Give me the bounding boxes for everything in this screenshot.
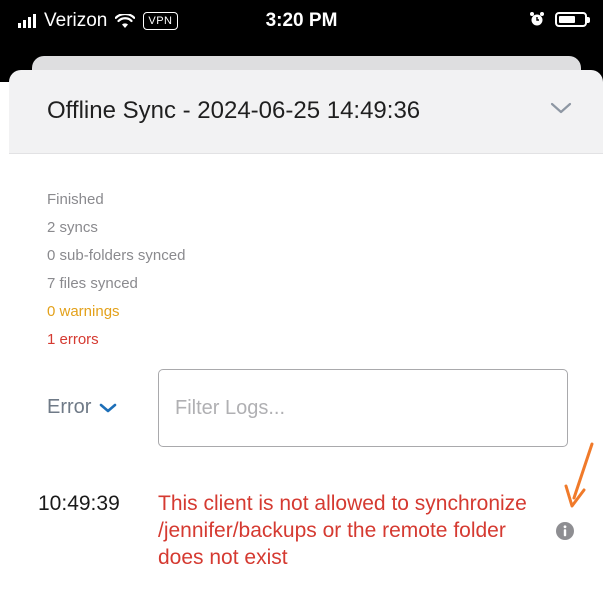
- files-count: 7 files synced: [47, 275, 138, 292]
- log-timestamp: 10:49:39: [38, 492, 120, 515]
- page-title: Offline Sync - 2024-06-25 14:49:36: [47, 97, 421, 124]
- log-level-dropdown[interactable]: Error: [47, 396, 117, 419]
- log-message: This client is not allowed to synchroniz…: [158, 492, 527, 569]
- info-icon[interactable]: [556, 522, 574, 540]
- chevron-down-icon[interactable]: [549, 100, 573, 116]
- annotation-arrow: [564, 442, 594, 508]
- status-time: 3:20 PM: [265, 10, 338, 31]
- filter-logs-input[interactable]: [158, 369, 568, 447]
- alarm-icon: [530, 12, 544, 26]
- subfolders-count: 0 sub-folders synced: [47, 247, 186, 264]
- warnings-count: 0 warnings: [47, 303, 120, 320]
- sync-summary: Finished 2 syncs 0 sub-folders synced 7 …: [47, 191, 185, 359]
- errors-count: 1 errors: [47, 331, 99, 348]
- battery-icon: [555, 11, 590, 27]
- chevron-down-icon: [100, 403, 117, 412]
- sync-count: 2 syncs: [47, 219, 98, 236]
- log-level-label: Error: [47, 396, 92, 418]
- sync-header[interactable]: Offline Sync - 2024-06-25 14:49:36: [9, 70, 603, 154]
- status-bar: Verizon VPN 3:20 PM: [0, 0, 603, 52]
- sync-status: Finished: [47, 191, 104, 208]
